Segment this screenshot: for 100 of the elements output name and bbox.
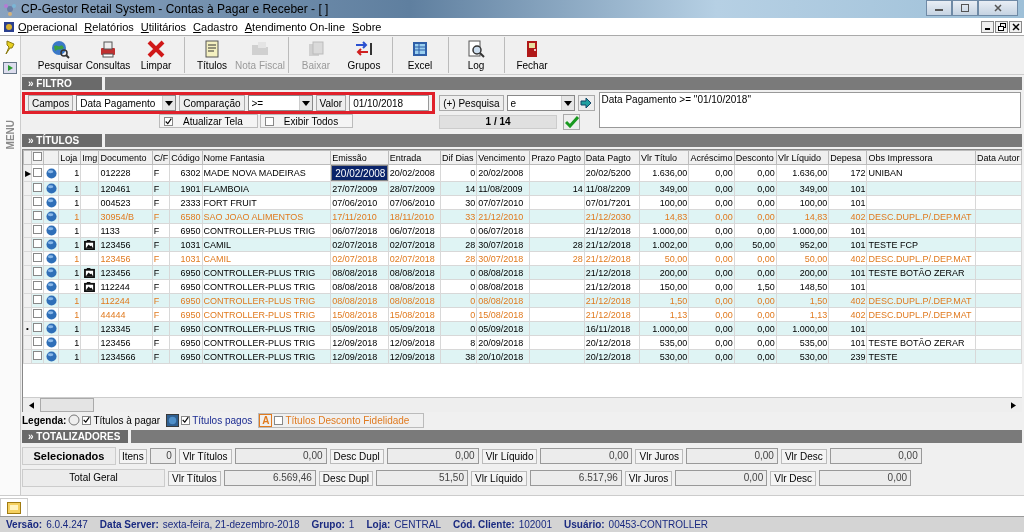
menu-item[interactable]: Utilitários bbox=[137, 20, 191, 33]
row-checkbox[interactable] bbox=[33, 337, 43, 346]
section-title: » TÍTULOS bbox=[22, 134, 105, 147]
comparison-button[interactable]: Comparação bbox=[179, 95, 245, 111]
column-header[interactable]: Vencimento bbox=[476, 150, 530, 165]
toolbar-button[interactable]: Limpar bbox=[132, 37, 180, 73]
value-button[interactable]: Valor bbox=[315, 95, 347, 111]
legend-text: Títulos à pagar bbox=[93, 414, 161, 426]
fields-button[interactable]: Campos bbox=[28, 95, 74, 111]
legend-checkbox[interactable] bbox=[82, 415, 92, 425]
row-checkbox[interactable] bbox=[33, 167, 43, 177]
table-cell: 1 bbox=[58, 195, 81, 210]
column-header[interactable]: Vlr Líquido bbox=[776, 150, 829, 165]
table-cell: F bbox=[152, 279, 170, 294]
column-header[interactable]: Desconto bbox=[734, 150, 777, 165]
row-checkbox[interactable] bbox=[33, 351, 43, 360]
table-cell: 101 bbox=[828, 279, 867, 294]
status-icon bbox=[45, 239, 57, 251]
column-header[interactable]: Prazo Pagto bbox=[529, 150, 585, 165]
menu-item[interactable]: Operacional bbox=[15, 20, 82, 33]
table-cell: 0,00 bbox=[734, 164, 777, 182]
legend-checkbox[interactable] bbox=[274, 415, 284, 425]
close-button[interactable] bbox=[1009, 20, 1022, 33]
image-icon[interactable] bbox=[84, 267, 96, 278]
column-header[interactable]: Entrada bbox=[388, 150, 441, 165]
column-header[interactable]: Emissão bbox=[330, 150, 389, 165]
row-checkbox[interactable] bbox=[33, 253, 43, 262]
comparison-dropdown[interactable]: >= bbox=[247, 95, 313, 111]
column-header[interactable]: Acréscimo bbox=[688, 150, 735, 165]
column-header[interactable]: Data Autor bbox=[975, 150, 1022, 165]
toolbar-button[interactable]: Log bbox=[448, 37, 500, 73]
table-cell: 20/02/2008 bbox=[476, 164, 530, 182]
add-search-button[interactable]: (+) Pesquisa bbox=[439, 95, 504, 111]
row-checkbox[interactable] bbox=[33, 183, 43, 192]
restore-button[interactable] bbox=[995, 20, 1008, 33]
play-icon[interactable] bbox=[3, 62, 17, 74]
show-all-checkbox[interactable]: Exibir Todos bbox=[259, 114, 354, 128]
select-all-checkbox[interactable] bbox=[33, 152, 43, 161]
image-icon[interactable] bbox=[84, 239, 96, 250]
scroll-thumb[interactable] bbox=[40, 398, 94, 412]
toolbar-button[interactable]: Grupos bbox=[340, 37, 388, 73]
pin-icon[interactable] bbox=[3, 40, 17, 56]
legend-checkbox[interactable] bbox=[181, 415, 191, 425]
scroll-right-icon[interactable] bbox=[1011, 401, 1016, 409]
table-cell: 004523 bbox=[98, 195, 153, 210]
status-icon bbox=[45, 337, 57, 349]
menu-item[interactable]: Relatórios bbox=[81, 20, 138, 33]
value-field[interactable]: 01/10/2018 bbox=[349, 95, 430, 111]
minimize-button[interactable] bbox=[981, 20, 994, 33]
row-pointer: • bbox=[26, 324, 29, 333]
toolbar-button[interactable]: Consultas bbox=[84, 37, 132, 73]
toolbar-button[interactable]: Excel bbox=[392, 37, 444, 73]
column-header[interactable]: Depesa bbox=[828, 150, 867, 165]
row-checkbox[interactable] bbox=[33, 295, 43, 304]
row-checkbox[interactable] bbox=[33, 267, 43, 276]
menu-item[interactable]: Atendimento On-line bbox=[241, 20, 350, 33]
row-checkbox[interactable] bbox=[33, 211, 43, 220]
table-cell: 1 bbox=[58, 279, 81, 294]
column-header[interactable]: Documento bbox=[98, 150, 153, 165]
column-header[interactable]: Loja bbox=[58, 150, 81, 165]
table-cell: 1,13 bbox=[776, 307, 829, 322]
image-icon[interactable] bbox=[84, 281, 96, 292]
field-dropdown[interactable]: Data Pagamento bbox=[76, 95, 177, 111]
maximize-button[interactable] bbox=[952, 0, 978, 16]
table-cell: DESC.DUPL.P/.DEP.MAT bbox=[866, 307, 976, 322]
add-button[interactable] bbox=[577, 95, 595, 111]
toolbar-button[interactable]: Pesquisar bbox=[36, 37, 84, 73]
table-cell: 2333 bbox=[169, 195, 202, 210]
window-tab[interactable] bbox=[0, 498, 28, 516]
minimize-button[interactable] bbox=[926, 0, 952, 16]
table-cell: TESTE BOTÃO ZERAR bbox=[866, 335, 976, 350]
table-cell: 20/12/2018 bbox=[584, 335, 640, 350]
toolbar-button[interactable]: Fechar bbox=[504, 37, 556, 73]
column-header[interactable]: Vlr Título bbox=[639, 150, 689, 165]
total-label: Vlr Líquido bbox=[471, 470, 527, 486]
status-icon bbox=[45, 225, 57, 237]
menu-item[interactable]: Cadastro bbox=[190, 20, 242, 33]
table-cell: 100,00 bbox=[639, 195, 689, 210]
table-cell: 0 bbox=[440, 223, 477, 238]
status-icon bbox=[45, 295, 57, 307]
joiner-dropdown[interactable]: e bbox=[506, 95, 575, 111]
column-header[interactable]: Código bbox=[169, 150, 202, 165]
menu-item[interactable]: Sobre bbox=[349, 20, 386, 33]
total-value: 6.569,46 bbox=[223, 470, 316, 486]
column-header[interactable]: Obs Impressora bbox=[866, 150, 976, 165]
row-checkbox[interactable] bbox=[33, 225, 43, 234]
row-checkbox[interactable] bbox=[33, 323, 43, 332]
refresh-checkbox[interactable]: Atualizar Tela bbox=[159, 114, 258, 128]
table-cell: 0,00 bbox=[734, 195, 777, 210]
check-icon bbox=[165, 116, 172, 126]
window-icon bbox=[7, 501, 21, 514]
column-header[interactable]: Data Pagto bbox=[584, 150, 640, 165]
row-checkbox[interactable] bbox=[33, 281, 43, 290]
row-checkbox[interactable] bbox=[33, 197, 43, 206]
toolbar-button[interactable]: Títulos bbox=[184, 37, 236, 73]
scroll-left-icon[interactable] bbox=[29, 401, 34, 409]
column-header[interactable]: Nome Fantasia bbox=[202, 150, 331, 165]
row-checkbox[interactable] bbox=[33, 309, 43, 318]
column-header[interactable]: Dif Dias bbox=[440, 150, 477, 165]
row-checkbox[interactable] bbox=[33, 239, 43, 248]
